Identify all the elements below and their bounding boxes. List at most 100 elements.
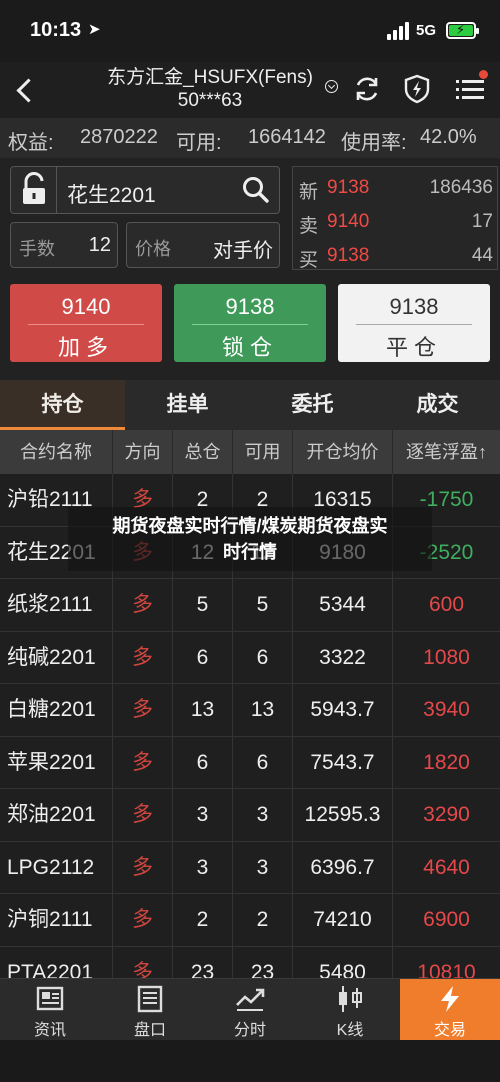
col-total[interactable]: 总仓 bbox=[173, 430, 233, 474]
tab-pending[interactable]: 挂单 bbox=[125, 380, 250, 430]
price-input[interactable]: 价格 对手价 bbox=[126, 222, 280, 268]
cell-total: 6 bbox=[173, 631, 233, 684]
kline-icon bbox=[335, 985, 365, 1013]
cell-available: 6 bbox=[233, 736, 293, 789]
cell-available: 3 bbox=[233, 841, 293, 894]
nav-kline[interactable]: K线 bbox=[300, 979, 400, 1041]
cell-contract: 沪铜2111 bbox=[0, 894, 113, 946]
cell-pnl: 10810 bbox=[417, 960, 476, 979]
cell-avg-price: 12595.3 bbox=[293, 789, 393, 841]
cell-pnl: 3290 bbox=[423, 803, 470, 826]
col-pnl[interactable]: 逐笔浮盈↑ bbox=[393, 430, 500, 474]
usage-value: 42.0% bbox=[420, 126, 477, 148]
tab-trades[interactable]: 成交 bbox=[375, 380, 500, 430]
tab-positions[interactable]: 持仓 bbox=[0, 380, 125, 430]
cell-avg-price: 74210 bbox=[293, 894, 393, 946]
cell-avg-price: 3322 bbox=[293, 631, 393, 684]
quantity-input[interactable]: 手数 12 bbox=[10, 222, 118, 268]
quote-volume: 17 bbox=[471, 211, 493, 232]
col-contract[interactable]: 合约名称 bbox=[0, 430, 113, 474]
cell-avg-price: 5943.7 bbox=[293, 684, 393, 736]
symbol-input[interactable]: 花生2201 bbox=[10, 166, 280, 214]
col-direction[interactable]: 方向 bbox=[113, 430, 173, 474]
close-position-button[interactable]: 9138 平仓 bbox=[338, 284, 490, 362]
account-id: 50***63 bbox=[177, 90, 243, 111]
home-indicator-area bbox=[0, 1040, 500, 1082]
table-row[interactable]: 郑油2201 多 3 3 12595.3 3290 bbox=[0, 789, 500, 842]
quote-row-ask: 卖 9140 17 bbox=[299, 207, 493, 237]
caption-line1: 期货夜盘实时行情/煤炭期货夜盘实 bbox=[112, 516, 388, 536]
status-time: 10:13 bbox=[30, 19, 82, 41]
cell-direction: 多 bbox=[113, 789, 173, 841]
nav-trade-label: 交易 bbox=[433, 1022, 466, 1039]
available-label: 可用: bbox=[176, 132, 222, 154]
nav-kline-label: K线 bbox=[336, 1022, 364, 1039]
cell-direction: 多 bbox=[113, 946, 173, 978]
lock-position-button[interactable]: 9138 锁仓 bbox=[174, 284, 326, 362]
nav-timeshare[interactable]: 分时 bbox=[200, 979, 300, 1041]
cell-available: 23 bbox=[233, 946, 293, 978]
quote-price: 9140 bbox=[327, 211, 370, 232]
nav-trade[interactable]: 交易 bbox=[400, 979, 500, 1041]
cell-total: 3 bbox=[173, 789, 233, 841]
equity-label: 权益: bbox=[8, 132, 54, 154]
close-label: 平仓 bbox=[385, 335, 442, 360]
table-row[interactable]: 沪铜2111 多 2 2 74210 6900 bbox=[0, 894, 500, 947]
quote-price: 9138 bbox=[327, 245, 370, 266]
table-row[interactable]: PTA2201 多 23 23 5480 10810 bbox=[0, 946, 500, 979]
cell-total: 23 bbox=[173, 946, 233, 978]
lock-icon[interactable] bbox=[11, 167, 57, 213]
back-button[interactable] bbox=[8, 68, 42, 112]
cell-direction: 多 bbox=[113, 579, 173, 631]
cell-avg-price: 6396.7 bbox=[293, 841, 393, 894]
nav-orderbook[interactable]: 盘口 bbox=[100, 979, 200, 1041]
quote-price: 9138 bbox=[327, 177, 370, 198]
quote-row-bid: 买 9138 44 bbox=[299, 241, 493, 271]
table-row[interactable]: 白糖2201 多 13 13 5943.7 3940 bbox=[0, 684, 500, 737]
cell-pnl: 1820 bbox=[423, 750, 470, 774]
search-icon[interactable] bbox=[241, 175, 271, 205]
menu-icon[interactable] bbox=[450, 70, 490, 106]
cell-contract: 苹果2201 bbox=[0, 736, 113, 789]
shield-icon[interactable] bbox=[400, 72, 434, 106]
cell-contract: 纸浆2111 bbox=[0, 579, 113, 631]
col-avg-price[interactable]: 开仓均价 bbox=[293, 430, 393, 474]
cell-total: 13 bbox=[173, 684, 233, 736]
account-name: 东方汇金_HSUFX(Fens) bbox=[107, 67, 313, 88]
table-row[interactable]: 纯碱2201 多 6 6 3322 1080 bbox=[0, 631, 500, 684]
cell-contract: LPG2112 bbox=[0, 841, 113, 894]
cell-contract: 郑油2201 bbox=[0, 789, 113, 841]
lock-label: 锁仓 bbox=[221, 335, 278, 360]
cell-direction: 多 bbox=[113, 736, 173, 789]
cell-total: 6 bbox=[173, 736, 233, 789]
available-value: 1664142 bbox=[248, 126, 326, 148]
news-icon bbox=[35, 985, 65, 1013]
cell-pnl: 600 bbox=[428, 593, 465, 616]
cell-direction: 多 bbox=[113, 631, 173, 684]
order-panel: 花生2201 手数 12 价格 对手价 新 9138 186436 卖 9140… bbox=[0, 158, 500, 380]
account-selector[interactable]: 东方汇金_HSUFX(Fens) 50***63 bbox=[80, 66, 340, 112]
cell-pnl: 6900 bbox=[423, 908, 470, 931]
table-row[interactable]: LPG2112 多 3 3 6396.7 4640 bbox=[0, 841, 500, 894]
bottom-nav: 资讯 盘口 分时 K线 交易 bbox=[0, 978, 500, 1041]
tab-orders[interactable]: 委托 bbox=[250, 380, 375, 430]
quote-key: 新 bbox=[299, 182, 319, 203]
refresh-icon[interactable] bbox=[350, 72, 384, 106]
battery-icon: ⚡ bbox=[446, 22, 479, 39]
usage-label: 使用率: bbox=[341, 132, 407, 154]
cell-contract: 纯碱2201 bbox=[0, 631, 113, 684]
chevron-down-icon bbox=[325, 80, 338, 93]
signal-icon bbox=[387, 22, 411, 40]
nav-news[interactable]: 资讯 bbox=[0, 979, 100, 1041]
col-available[interactable]: 可用 bbox=[233, 430, 293, 474]
quote-panel: 新 9138 186436 卖 9140 17 买 9138 44 bbox=[292, 166, 498, 271]
add-long-button[interactable]: 9140 加多 bbox=[10, 284, 162, 362]
close-price: 9138 bbox=[389, 294, 439, 319]
quantity-value: 12 bbox=[88, 234, 111, 256]
nav-timeshare-label: 分时 bbox=[233, 1022, 266, 1039]
add-long-price: 9140 bbox=[61, 294, 111, 319]
table-row[interactable]: 纸浆2111 多 5 5 5344 600 bbox=[0, 579, 500, 632]
cell-total: 5 bbox=[173, 579, 233, 631]
table-row[interactable]: 苹果2201 多 6 6 7543.7 1820 bbox=[0, 736, 500, 789]
cell-total: 3 bbox=[173, 841, 233, 894]
